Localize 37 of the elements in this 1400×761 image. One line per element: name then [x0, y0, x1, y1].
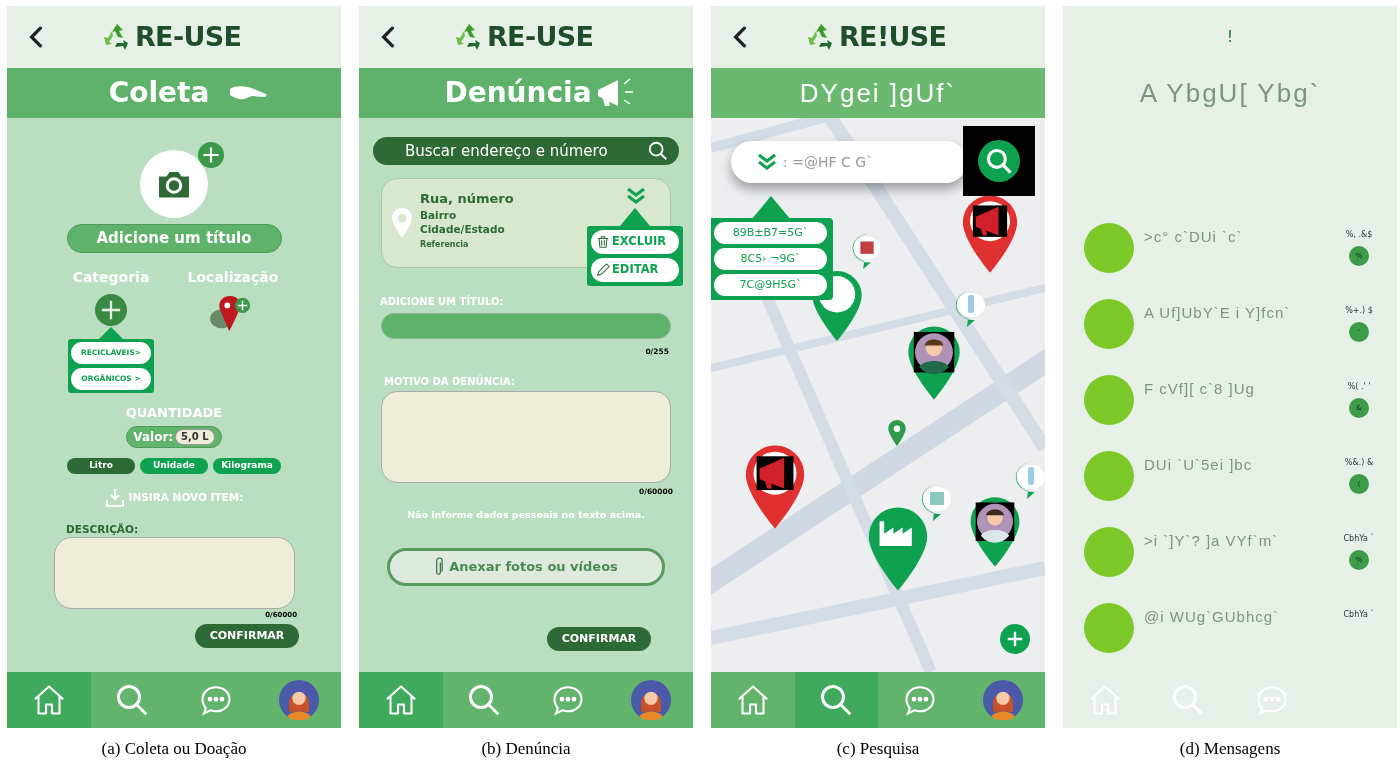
contact-name: A Uf]UbY`E i Y]fcn`: [1144, 303, 1292, 323]
page-title: Denúncia: [444, 75, 592, 111]
figure-caption: (d) Mensagens: [1178, 738, 1282, 760]
message-time: CbhYa `: [1343, 609, 1375, 621]
contact-name: F cVf][ c`8 ]Ug: [1144, 379, 1256, 399]
contact-name: @i WUg`GUbhcg`: [1144, 607, 1281, 627]
value-label: Valor:: [133, 428, 174, 446]
location-label: Localização: [187, 268, 279, 287]
page-title: A YbgU[ Ybg`: [1139, 76, 1321, 110]
district-text: Bairro: [420, 208, 458, 223]
logo-text: RE-USE: [135, 19, 242, 54]
city-text: Cidade/Estado: [420, 222, 506, 237]
street-text: Rua, número: [420, 189, 514, 208]
reference-text: Referencia: [420, 239, 470, 252]
reason-label: MOTIVO DA DENÚNCIA:: [384, 374, 517, 390]
page-title: DYgei ]gUf`: [799, 76, 957, 110]
category-label: Categoria: [72, 268, 150, 287]
message-time: %+.) $: [1345, 305, 1373, 317]
description-label: DESCRIÇÃO:: [66, 521, 139, 537]
contact-name: DUi `U`5ei ]bc: [1144, 455, 1254, 475]
message-time: CbhYa `: [1343, 533, 1375, 545]
privacy-note: Não informe dados pessoais no texto acima.: [406, 507, 646, 522]
page-title: Coleta: [108, 75, 210, 111]
figure-caption: (b) Denúncia: [480, 738, 572, 760]
message-time: %&.) &: [1344, 457, 1374, 469]
title-label: ADICIONE UM TÍTULO:: [380, 294, 505, 309]
figure-caption: (c) Pesquisa: [835, 738, 921, 760]
contact-name: >c° c`DUi `c`: [1144, 227, 1244, 247]
message-time: %, .&$: [1345, 229, 1373, 241]
new-item-label: INSIRA NOVO ITEM:: [128, 489, 244, 505]
message-time: %( .' ': [1347, 381, 1371, 393]
quantity-label: QUANTIDADE: [125, 404, 223, 422]
contact-name: >i `]Y`? ]a VYf`m`: [1144, 531, 1280, 551]
header-mark: !: [1226, 26, 1234, 48]
logo-text: RE-USE: [487, 19, 594, 54]
figure-caption: (a) Coleta ou Doação: [100, 738, 248, 760]
logo-text: RE!USE: [839, 19, 947, 54]
